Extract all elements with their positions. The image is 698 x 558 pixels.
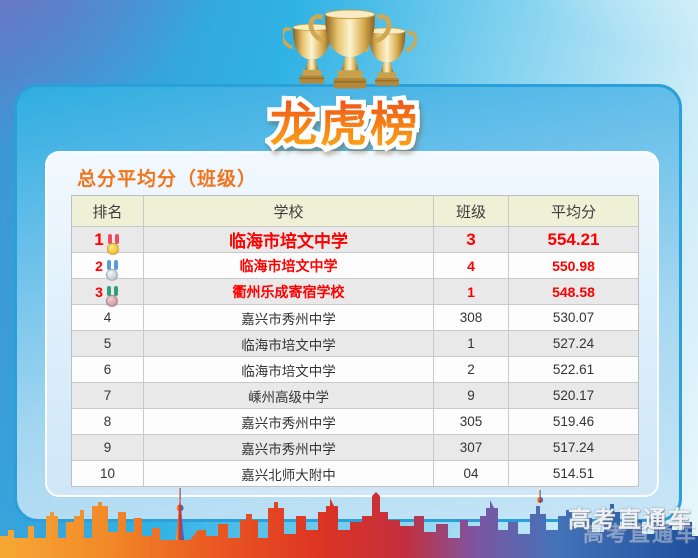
- page-title-text: 龙虎榜: [270, 86, 420, 155]
- cell-school: 嘉兴市秀州中学: [144, 435, 434, 460]
- page-title: 龙虎榜 龙虎榜: [266, 86, 470, 156]
- table-row-rank-7: 7 嵊州高级中学 9 520.17: [72, 382, 638, 408]
- header-rank: 排名: [72, 196, 144, 226]
- header-school: 学校: [144, 196, 434, 226]
- cell-class: 305: [434, 409, 509, 434]
- cell-score: 548.58: [552, 283, 595, 300]
- cell-class: 4: [434, 253, 509, 278]
- bronze-medal-icon: [106, 286, 120, 307]
- cell-rank: 4: [72, 305, 144, 330]
- table-row-rank-2: 2 临海市培文中学 4 550.98: [72, 252, 638, 281]
- cell-rank: 1: [72, 227, 144, 255]
- cell-class: 3: [434, 227, 509, 252]
- cell-score: 517.24: [552, 440, 595, 455]
- cell-rank: 9: [72, 435, 144, 460]
- table-header-row: 排名 学校 班级 平均分: [72, 196, 638, 226]
- table-row-rank-10: 10 嘉兴北师大附中 04 514.51: [72, 460, 638, 486]
- cell-rank: 2: [72, 253, 144, 281]
- cell-class: 308: [434, 305, 509, 330]
- cell-score: 519.46: [552, 414, 595, 429]
- cell-school: 嵊州高级中学: [144, 383, 434, 408]
- leaderboard-poster: 总分平均分（班级） 排名 学校 班级 平均分 1 临海市培文中学 3 554.21 2 临海市培…: [0, 0, 698, 558]
- cell-school: 临海市培文中学: [144, 357, 434, 382]
- cell-score: 514.51: [552, 466, 595, 481]
- cell-score: 530.07: [552, 310, 595, 325]
- gold-medal-icon: [107, 234, 121, 255]
- watermark: 高考直通车: [568, 506, 693, 532]
- cell-class: 9: [434, 383, 509, 408]
- score-table: 排名 学校 班级 平均分 1 临海市培文中学 3 554.21 2 临海市培文中学 4 550.98…: [71, 195, 639, 487]
- table-row-rank-5: 5 临海市培文中学 1 527.24: [72, 330, 638, 356]
- cell-rank: 10: [72, 461, 144, 486]
- cell-school: 嘉兴市秀州中学: [144, 409, 434, 434]
- inner-card-panel: 总分平均分（班级） 排名 学校 班级 平均分 1 临海市培文中学 3 554.21 2 临海市培…: [45, 151, 659, 497]
- table-row-rank-8: 8 嘉兴市秀州中学 305 519.46: [72, 408, 638, 434]
- cell-rank: 6: [72, 357, 144, 382]
- table-row-rank-3: 3 衢州乐成寄宿学校 1 548.58: [72, 278, 638, 307]
- cell-score: 550.98: [552, 257, 595, 274]
- cell-class: 1: [434, 331, 509, 356]
- cell-school: 嘉兴市秀州中学: [144, 305, 434, 330]
- cell-score: 520.17: [552, 388, 595, 403]
- cell-rank: 8: [72, 409, 144, 434]
- cell-class: 307: [434, 435, 509, 460]
- header-class: 班级: [434, 196, 509, 226]
- table-row-rank-4: 4 嘉兴市秀州中学 308 530.07: [72, 304, 638, 330]
- cell-school: 临海市培文中学: [144, 331, 434, 356]
- table-row-rank-9: 9 嘉兴市秀州中学 307 517.24: [72, 434, 638, 460]
- subtitle: 总分平均分（班级）: [77, 169, 258, 190]
- cell-rank: 7: [72, 383, 144, 408]
- cell-score: 554.21: [547, 229, 600, 249]
- table-row-rank-6: 6 临海市培文中学 2 522.61: [72, 356, 638, 382]
- cell-class: 1: [434, 279, 509, 304]
- cell-school: 嘉兴北师大附中: [144, 461, 434, 486]
- cell-school: 临海市培文中学: [144, 253, 434, 278]
- cell-score: 527.24: [552, 336, 595, 351]
- table-row-rank-1: 1 临海市培文中学 3 554.21: [72, 226, 638, 255]
- cell-class: 2: [434, 357, 509, 382]
- cell-class: 04: [434, 461, 509, 486]
- cell-school: 衢州乐成寄宿学校: [144, 279, 434, 304]
- cell-score: 522.61: [552, 362, 595, 377]
- silver-medal-icon: [106, 260, 120, 281]
- cell-rank: 3: [72, 279, 144, 307]
- header-score: 平均分: [550, 203, 596, 221]
- cell-rank: 5: [72, 331, 144, 356]
- cell-school: 临海市培文中学: [144, 227, 434, 252]
